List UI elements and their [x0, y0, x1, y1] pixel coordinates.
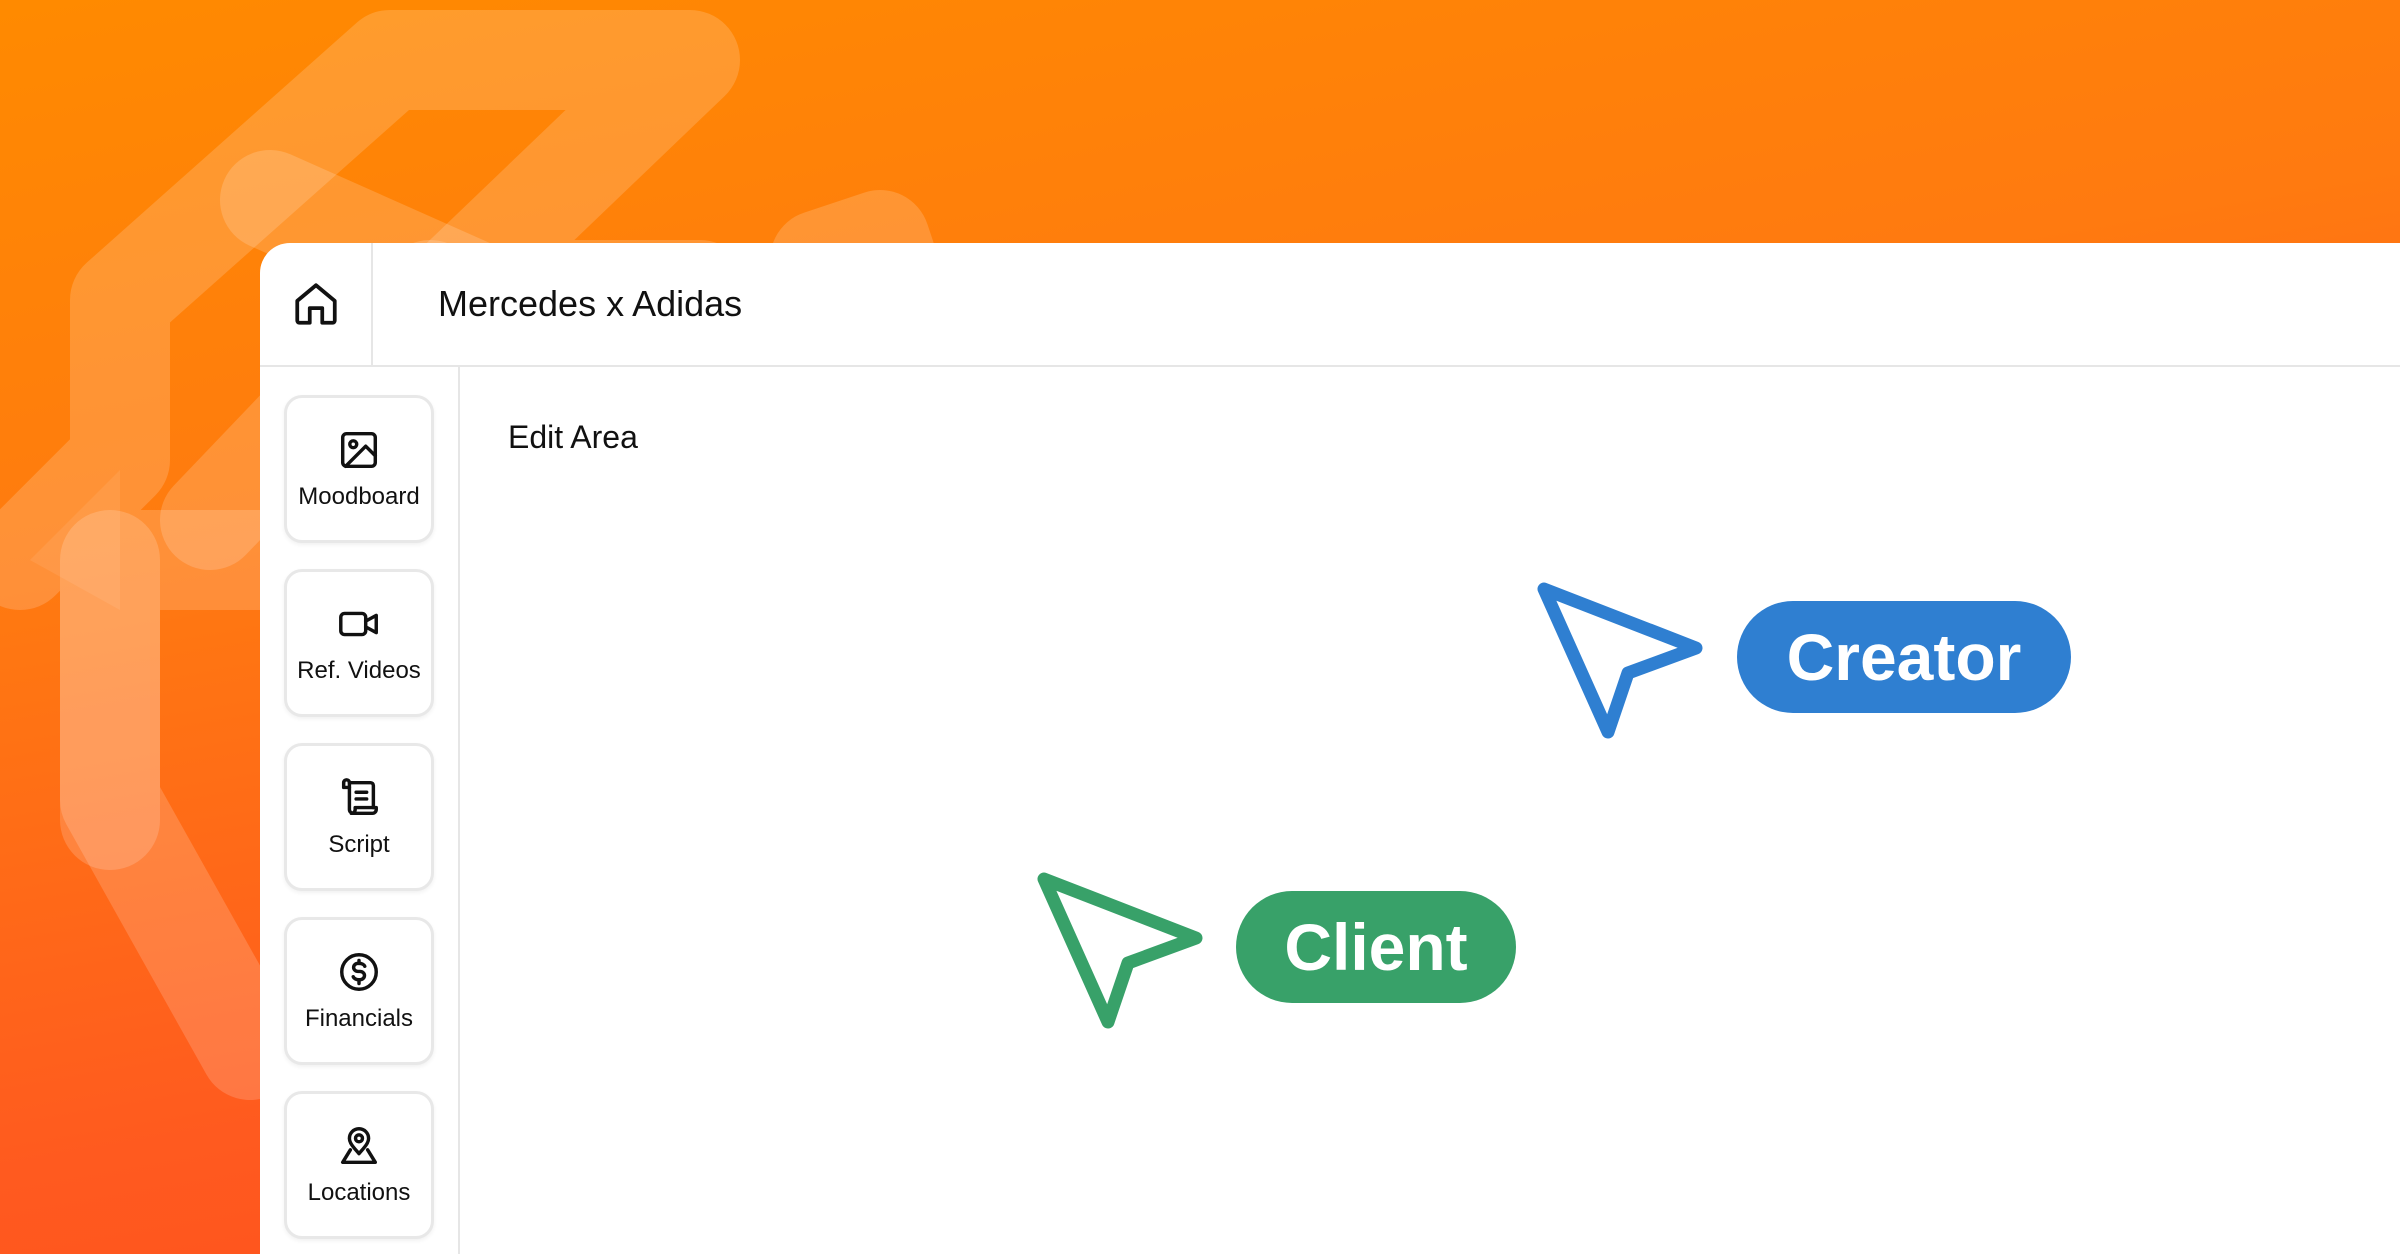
- dollar-circle-icon: [340, 953, 378, 991]
- map-pin-icon: [340, 1127, 378, 1165]
- script-scroll-icon: [341, 778, 378, 816]
- sidebar-item-moodboard[interactable]: Moodboard: [284, 395, 434, 543]
- edit-area-label: Edit Area: [508, 419, 638, 455]
- sidebar-item-ref-videos[interactable]: Ref. Videos: [284, 569, 434, 717]
- project-title: Mercedes x Adidas: [438, 283, 743, 324]
- creator-cursor-icon: [1537, 582, 1703, 739]
- top-bar: Mercedes x Adidas: [260, 243, 2400, 367]
- video-camera-icon: [339, 611, 378, 637]
- image-icon: [340, 431, 378, 469]
- home-button[interactable]: [260, 243, 373, 365]
- sidebar-item-label: Financials: [304, 1005, 414, 1032]
- sidebar-item-script[interactable]: Script: [284, 743, 434, 891]
- app-window: Mercedes x Adidas Moodboard Ref. Videos: [260, 243, 2400, 1254]
- client-cursor-icon: [1037, 872, 1203, 1029]
- client-cursor-badge: Client: [1236, 891, 1516, 1003]
- sidebar-item-label: Locations: [307, 1179, 411, 1206]
- sidebar-item-locations[interactable]: Locations: [284, 1091, 434, 1239]
- sidebar-item-label: Script: [328, 831, 390, 858]
- sidebar-item-label: Ref. Videos: [297, 657, 421, 684]
- sidebar-item-label: Moodboard: [298, 483, 420, 510]
- creator-cursor-badge: Creator: [1737, 601, 2071, 713]
- sidebar-item-financials[interactable]: Financials: [284, 917, 434, 1065]
- home-icon: [294, 283, 337, 325]
- sidebar: Moodboard Ref. Videos Script Financials …: [260, 367, 460, 1254]
